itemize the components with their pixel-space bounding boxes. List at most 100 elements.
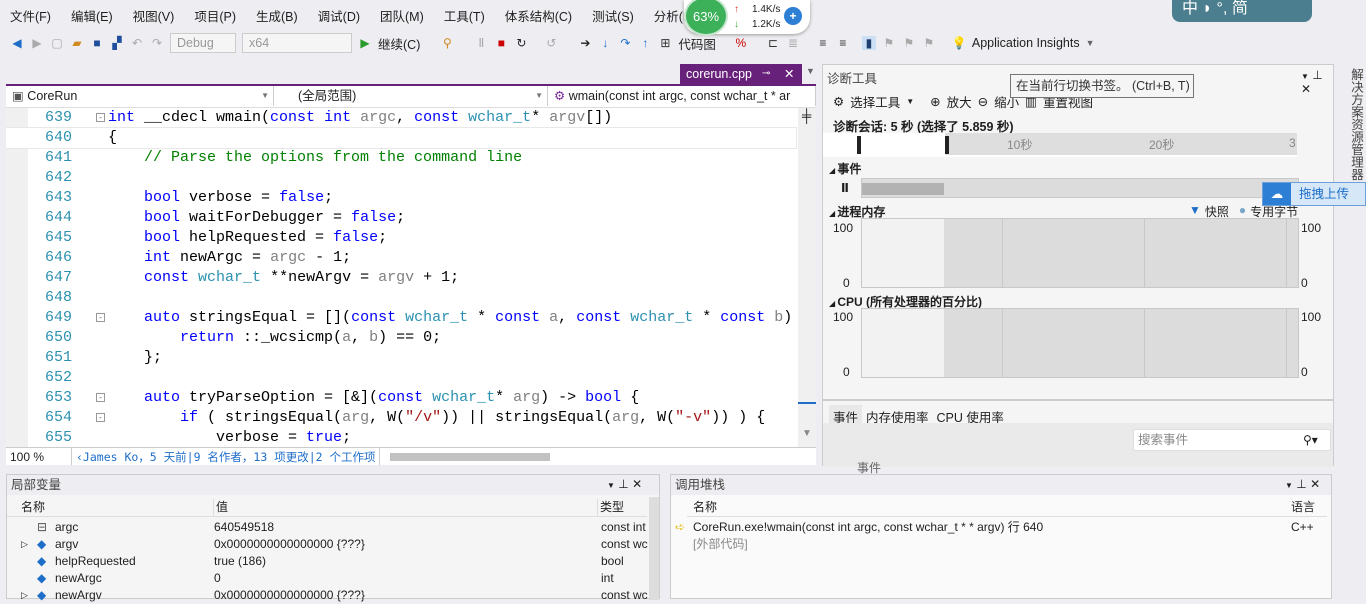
tab-dropdown-icon[interactable]: ▼ (806, 66, 815, 76)
code-line[interactable]: 640 { (6, 127, 797, 149)
menu-item[interactable]: 文件(F) (0, 6, 61, 28)
memory-graph[interactable] (861, 218, 1299, 288)
code-line[interactable]: 649- auto stringsEqual = [](const wchar_… (6, 308, 796, 328)
save-all-icon[interactable]: ▞ (110, 36, 124, 50)
new-project-icon[interactable]: ▢ (50, 36, 64, 50)
column-type[interactable]: 类型 (597, 499, 624, 516)
menu-item[interactable]: 调试(D) (308, 6, 370, 28)
redo-icon[interactable]: ↷ (150, 36, 164, 50)
pause-icon[interactable]: Ⅱ (474, 36, 488, 50)
close-icon[interactable]: ✕ (784, 64, 794, 84)
selection-start-handle[interactable] (857, 136, 861, 154)
project-select[interactable]: ▣ CoreRun ▼ (6, 86, 274, 106)
fold-toggle-icon[interactable]: - (96, 313, 105, 322)
platform-select[interactable]: x64 (242, 33, 352, 53)
thread-icon[interactable]: ⊏ (766, 36, 780, 50)
expand-icon[interactable]: ▷ (21, 536, 28, 553)
back-icon[interactable]: ◀ (10, 36, 24, 50)
code-line[interactable]: 642 (6, 168, 796, 188)
step-out-icon[interactable]: ↑ (638, 36, 652, 50)
code-line[interactable]: 651 }; (6, 348, 796, 368)
code-editor[interactable]: ➪ 639-int __cdecl wmain(const int argc, … (6, 108, 816, 447)
uncomment-icon[interactable]: ≡ (836, 36, 850, 50)
forward-icon[interactable]: ▶ (30, 36, 44, 50)
code-line[interactable]: 648 (6, 288, 796, 308)
timeline-ruler[interactable]: 10秒 20秒 3 (823, 133, 1297, 157)
tab-corerun-cpp[interactable]: corerun.cpp ⊸ ✕ (680, 64, 802, 84)
column-name[interactable]: 名称 (21, 499, 45, 516)
search-events-input[interactable]: 搜索事件 (1133, 429, 1331, 451)
scroll-down-icon[interactable]: ▼ (802, 428, 812, 439)
code-map-button[interactable]: 代码图 (678, 34, 716, 53)
menu-item[interactable]: 项目(P) (184, 6, 246, 28)
next-bookmark-icon[interactable]: ⚑ (902, 36, 916, 50)
chevron-down-icon[interactable]: ▼ (1086, 38, 1095, 48)
code-line[interactable]: 646 int newArgc = argc - 1; (6, 248, 796, 268)
close-icon[interactable]: ✕ (1310, 477, 1320, 491)
restart-icon[interactable]: ↻ (514, 36, 528, 50)
comment-icon[interactable]: ≡ (816, 36, 830, 50)
menu-item[interactable]: 工具(T) (434, 6, 495, 28)
code-line[interactable]: 653 - auto tryParseOption = [&](const wch… (6, 388, 796, 408)
selection-end-handle[interactable] (945, 136, 949, 154)
menu-item[interactable]: 编辑(E) (61, 6, 123, 28)
save-icon[interactable]: ■ (90, 36, 104, 50)
function-select[interactable]: ⚙ wmain(const int argc, const wchar_t * … (548, 86, 816, 106)
code-line[interactable]: 652 (6, 368, 796, 388)
menu-item[interactable]: 测试(S) (582, 6, 644, 28)
network-monitor-widget[interactable]: 63% ↑ 1.4K/s ↓ 1.2K/s + (684, 0, 810, 36)
menu-item[interactable]: 体系结构(C) (495, 6, 582, 28)
stop-icon[interactable]: ■ (494, 36, 508, 50)
step-into-icon[interactable]: ↓ (598, 36, 612, 50)
application-insights-button[interactable]: Application Insights (972, 36, 1080, 50)
dropdown-icon[interactable]: ▼ (607, 481, 615, 490)
code-line[interactable]: 650 return ::_wcsicmp(a, b) == 0; (6, 328, 796, 348)
column-language[interactable]: 语言 (1291, 499, 1315, 516)
column-name[interactable]: 名称 (693, 499, 717, 516)
continue-button[interactable]: 继续(C) (378, 34, 420, 53)
menu-item[interactable]: 视图(V) (123, 6, 185, 28)
code-line[interactable]: 639- int __cdecl wmain(const int argc, co… (6, 108, 796, 128)
hot-reload-icon[interactable]: ↺ (544, 36, 558, 50)
scope-select[interactable]: (全局范围) ▼ (274, 86, 548, 106)
open-file-icon[interactable]: ▰ (70, 36, 84, 50)
bookmark-icon[interactable]: ▮ (861, 36, 876, 50)
fold-toggle-icon[interactable]: - (96, 413, 105, 422)
pause-icon[interactable]: Ⅱ (841, 181, 849, 195)
search-icon[interactable]: ⚲▾ (1303, 433, 1318, 447)
step-over-icon[interactable]: ↷ (618, 36, 632, 50)
pin-icon[interactable]: ⊥ (618, 477, 628, 491)
code-line[interactable]: 641 // Parse the options from the comman… (6, 148, 796, 168)
pin-icon[interactable]: ⊥ (1296, 477, 1306, 491)
zoom-select[interactable]: 100 % (6, 448, 72, 465)
pin-icon[interactable]: ⊸ (762, 64, 770, 84)
horizontal-scrollbar[interactable] (390, 453, 551, 461)
menu-item[interactable]: 生成(B) (246, 6, 308, 28)
configuration-select[interactable]: Debug (170, 33, 236, 53)
format-icon[interactable]: ≣ (786, 36, 800, 50)
code-line[interactable]: 655 verbose = true; (6, 428, 796, 447)
fold-toggle-icon[interactable]: - (96, 113, 105, 122)
events-section-label[interactable]: ◢ 事件 (829, 160, 861, 177)
select-tools-button[interactable]: 选择工具 (850, 92, 900, 111)
find-icon[interactable]: ⚲ (440, 36, 454, 50)
undo-icon[interactable]: ↶ (130, 36, 144, 50)
dropdown-icon[interactable]: ▼ (1285, 481, 1293, 490)
vertical-scrollbar[interactable] (798, 108, 816, 447)
vertical-scrollbar[interactable] (649, 497, 659, 600)
breakpoints-icon[interactable]: % (734, 36, 748, 50)
code-line[interactable]: 644 bool waitForDebugger = false; (6, 208, 796, 228)
stack-frame[interactable]: [外部代码] (693, 536, 748, 553)
stack-frame[interactable]: CoreRun.exe!wmain(const int argc, const … (693, 519, 1043, 536)
cpu-graph[interactable] (861, 308, 1299, 378)
close-icon[interactable]: ✕ (632, 477, 642, 491)
clear-bookmarks-icon[interactable]: ⚑ (922, 36, 936, 50)
column-value[interactable]: 值 (213, 499, 228, 516)
ime-indicator[interactable]: 中 ◗ °, 简 (1172, 0, 1312, 22)
prev-bookmark-icon[interactable]: ⚑ (882, 36, 896, 50)
solution-explorer-side-tab[interactable]: 解决方案资源管理器 (1338, 64, 1366, 184)
pin-icon[interactable]: ⊥ (1312, 68, 1322, 82)
expand-icon[interactable]: ▷ (21, 587, 28, 604)
dropdown-icon[interactable]: ▼ (1301, 72, 1309, 81)
menu-item[interactable]: 团队(M) (370, 6, 434, 28)
